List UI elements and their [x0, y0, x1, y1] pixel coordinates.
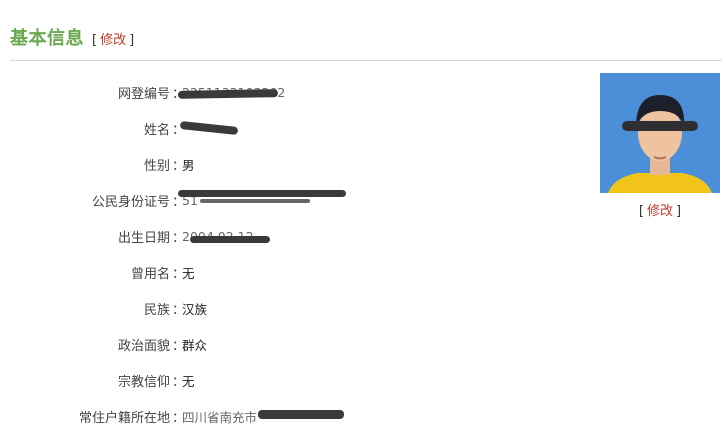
field-row-name: 姓名 ：: [0, 110, 560, 146]
field-label: 网登编号: [117, 86, 170, 102]
field-colon: ：: [172, 374, 186, 390]
edit-info-link-wrapper: [修改]: [92, 29, 134, 48]
redaction-mark: [190, 235, 270, 243]
field-value-id-number: 51: [178, 190, 350, 208]
field-value-name: [179, 120, 240, 136]
redaction-mark: [200, 199, 310, 203]
field-label: 常住户籍所在地: [78, 410, 170, 426]
field-label: 出生日期: [117, 230, 170, 246]
field-value-political-status: 群众: [182, 337, 208, 353]
field-colon: ：: [172, 158, 186, 174]
field-value-residence: 四川省南充市: [180, 407, 344, 426]
field-value-gender: 男: [182, 157, 195, 173]
field-value-ethnicity: 汉族: [182, 301, 208, 317]
bracket-close: ]: [676, 204, 682, 219]
field-label: 曾用名: [130, 266, 170, 282]
field-row-political-status: 政治面貌 ： 群众: [0, 326, 560, 362]
field-row-gender: 性别 ： 男: [0, 146, 560, 182]
field-label: 政治面貌: [117, 338, 170, 354]
field-row-religion: 宗教信仰 ： 无: [0, 362, 560, 398]
edit-photo-link[interactable]: 修改: [647, 204, 673, 219]
field-label: 性别: [143, 158, 170, 174]
field-value-registration-number: 2251132103202: [177, 85, 285, 100]
person-photo-icon: [600, 73, 720, 193]
field-row-birth-date: 出生日期 ： 2004.02.12: [0, 218, 560, 254]
bracket-open: [: [638, 204, 644, 219]
field-row-residence: 常住户籍所在地 ： 四川省南充市: [0, 398, 560, 431]
field-colon: ：: [172, 122, 186, 138]
bracket-open: [: [92, 33, 98, 48]
field-value-birth-date: 2004.02.12: [180, 229, 270, 244]
photo-edit-wrapper: [修改]: [600, 200, 720, 219]
id-photo: [600, 73, 720, 193]
redaction-mark: [178, 190, 346, 197]
section-header: 基本信息 [修改]: [10, 24, 134, 52]
field-label: 公民身份证号: [91, 194, 170, 210]
field-value-religion: 无: [182, 373, 195, 389]
field-row-ethnicity: 民族 ： 汉族: [0, 290, 560, 326]
edit-info-link[interactable]: 修改: [100, 33, 126, 48]
redaction-mark: [258, 409, 344, 419]
field-colon: ：: [172, 410, 186, 426]
field-colon: ：: [172, 230, 186, 246]
field-label: 民族: [143, 302, 170, 318]
field-label: 姓名: [143, 122, 170, 138]
field-value-former-name: 无: [182, 265, 195, 281]
section-title: 基本信息: [10, 28, 84, 49]
field-row-registration-number: 网登编号 ： 2251132103202: [0, 74, 560, 110]
field-colon: ：: [172, 338, 186, 354]
field-label: 宗教信仰: [117, 374, 170, 390]
bracket-close: ]: [129, 33, 135, 48]
value-text: 四川省南充市: [182, 409, 258, 425]
redaction-mark: [179, 120, 239, 136]
field-row-former-name: 曾用名 ： 无: [0, 254, 560, 290]
header-divider: [10, 60, 722, 61]
field-colon: ：: [172, 302, 186, 318]
redaction-mark: [177, 88, 279, 99]
field-row-id-number: 公民身份证号 ： 51: [0, 182, 560, 218]
field-colon: ：: [172, 266, 186, 282]
